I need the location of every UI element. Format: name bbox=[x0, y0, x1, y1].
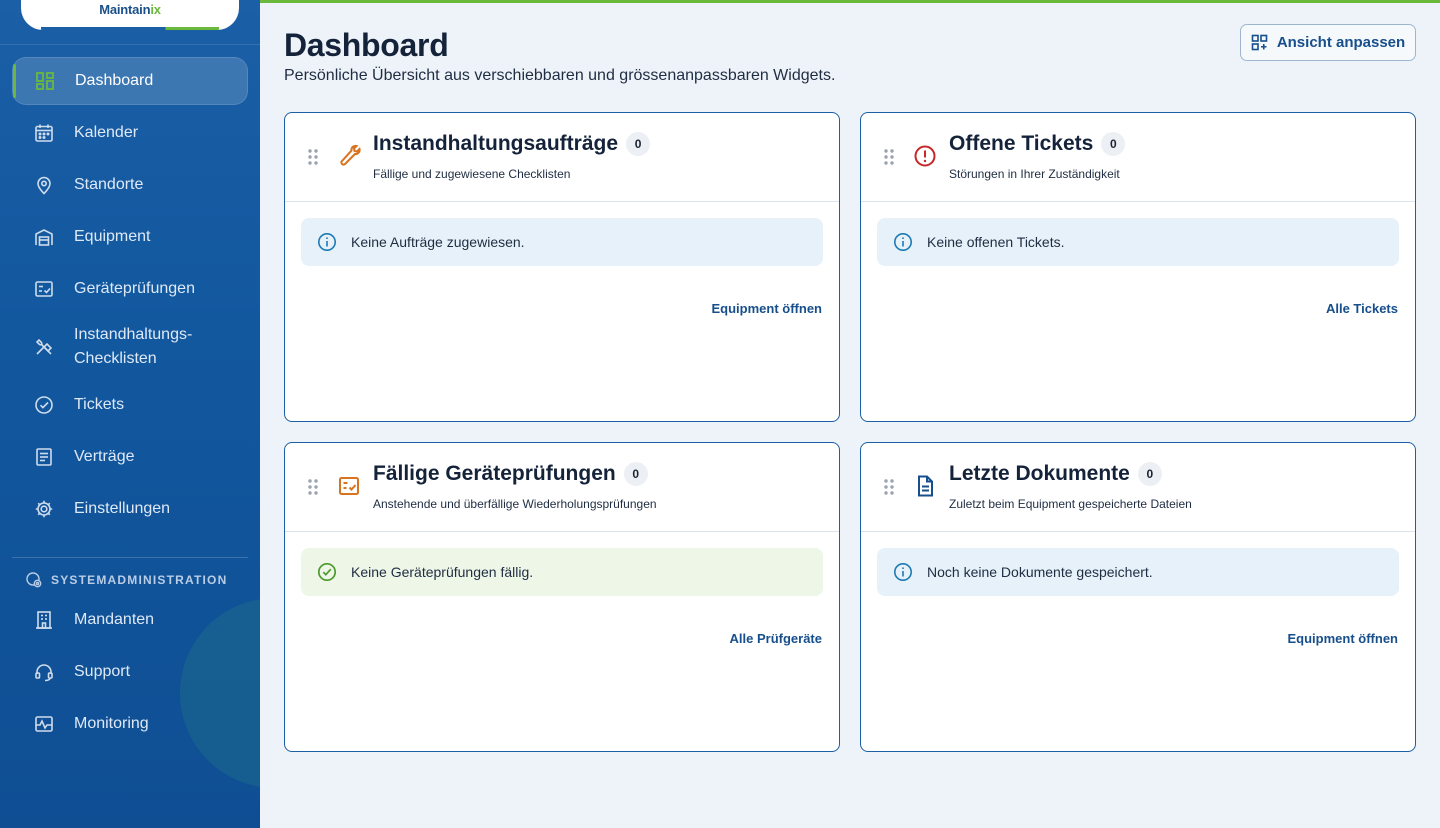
widget-header: Instandhaltungsaufträge 0 Fällige und zu… bbox=[285, 113, 839, 202]
sidebar-item-label: Einstellungen bbox=[74, 500, 171, 517]
main-nav: Dashboard Kalender Standorte Equipment G… bbox=[12, 57, 248, 537]
sidebar-item-einstellungen[interactable]: Einstellungen bbox=[12, 485, 248, 533]
file-icon bbox=[913, 474, 937, 498]
widget-title: Fällige Geräteprüfungen bbox=[373, 462, 616, 485]
widget-subtitle: Anstehende und überfällige Wiederholungs… bbox=[373, 497, 657, 511]
count-badge: 0 bbox=[1137, 462, 1162, 486]
sidebar-item-support[interactable]: Support bbox=[12, 648, 248, 696]
sidebar-item-instandhaltungs-checklisten[interactable]: Instandhaltungs- Checklisten bbox=[12, 317, 248, 377]
info-icon bbox=[893, 232, 913, 252]
notice-text: Keine offenen Tickets. bbox=[927, 234, 1065, 250]
drag-handle-icon[interactable] bbox=[307, 148, 319, 166]
check-circle-icon bbox=[32, 393, 56, 417]
widget-letzte-dokumente: Letzte Dokumente 0 Zuletzt beim Equipmen… bbox=[860, 442, 1416, 752]
logo-underline bbox=[41, 27, 219, 30]
sidebar-item-equipment[interactable]: Equipment bbox=[12, 213, 248, 261]
sidebar-item-label: Support bbox=[74, 663, 131, 680]
widget-subtitle: Fällige und zugewiesene Checklisten bbox=[373, 167, 571, 181]
widget-instandhaltungsauftraege: Instandhaltungsaufträge 0 Fällige und zu… bbox=[284, 112, 840, 422]
customize-view-label: Ansicht anpassen bbox=[1276, 34, 1406, 51]
tools-icon bbox=[32, 335, 56, 359]
sidebar-item-label-line2: Checklisten bbox=[74, 350, 157, 367]
success-notice: Keine Geräteprüfungen fällig. bbox=[301, 548, 823, 596]
customize-view-button[interactable]: Ansicht anpassen bbox=[1240, 24, 1416, 61]
logo-accent: ix bbox=[150, 2, 161, 17]
section-title: SYSTEMADMINISTRATION bbox=[51, 573, 228, 587]
building-icon bbox=[32, 608, 56, 632]
admin-nav: Mandanten Support Monitoring bbox=[12, 596, 248, 752]
drag-handle-icon[interactable] bbox=[307, 478, 319, 496]
count-badge: 0 bbox=[623, 462, 648, 486]
sidebar-item-label: Instandhaltungs- bbox=[74, 326, 193, 343]
sidebar-item-label: Standorte bbox=[74, 176, 144, 193]
widget-faellige-geraetepruefungen: Fällige Geräteprüfungen 0 Anstehende und… bbox=[284, 442, 840, 752]
sidebar-item-vertraege[interactable]: Verträge bbox=[12, 433, 248, 481]
admin-gear-icon bbox=[25, 571, 43, 589]
check-circle-icon bbox=[317, 562, 337, 582]
sidebar-item-kalender[interactable]: Kalender bbox=[12, 109, 248, 157]
info-icon bbox=[893, 562, 913, 582]
widget-header: Letzte Dokumente 0 Zuletzt beim Equipmen… bbox=[861, 443, 1415, 532]
all-tickets-link[interactable]: Alle Tickets bbox=[1326, 301, 1398, 316]
count-badge: 0 bbox=[626, 132, 651, 156]
gear-icon bbox=[32, 497, 56, 521]
info-notice: Keine Aufträge zugewiesen. bbox=[301, 218, 823, 266]
sidebar-item-label: Verträge bbox=[74, 448, 135, 465]
drag-handle-icon[interactable] bbox=[883, 148, 895, 166]
info-notice: Noch keine Dokumente gespeichert. bbox=[877, 548, 1399, 596]
sidebar-item-label: Dashboard bbox=[75, 72, 154, 89]
sidebar-item-label: Equipment bbox=[74, 228, 151, 245]
sidebar-item-tickets[interactable]: Tickets bbox=[12, 381, 248, 429]
page-subtitle: Persönliche Übersicht aus verschiebbaren… bbox=[284, 67, 836, 84]
notice-text: Noch keine Dokumente gespeichert. bbox=[927, 564, 1153, 580]
sidebar-item-standorte[interactable]: Standorte bbox=[12, 161, 248, 209]
notice-text: Keine Geräteprüfungen fällig. bbox=[351, 564, 534, 580]
sidebar-item-monitoring[interactable]: Monitoring bbox=[12, 700, 248, 748]
alert-circle-icon bbox=[913, 144, 937, 168]
widget-title: Instandhaltungsaufträge bbox=[373, 132, 619, 155]
warehouse-icon bbox=[32, 225, 56, 249]
count-badge: 0 bbox=[1101, 132, 1126, 156]
sidebar-item-label: Kalender bbox=[74, 124, 139, 141]
sidebar-item-label: Monitoring bbox=[74, 715, 149, 732]
sidebar-item-geraetepruefungen[interactable]: Geräteprüfungen bbox=[12, 265, 248, 313]
dashboard-icon bbox=[33, 69, 57, 93]
widget-subtitle: Zuletzt beim Equipment gespeicherte Date… bbox=[949, 497, 1192, 511]
document-icon bbox=[32, 445, 56, 469]
checklist-icon bbox=[32, 277, 56, 301]
equipment-open-link[interactable]: Equipment öffnen bbox=[712, 301, 823, 316]
info-icon bbox=[317, 232, 337, 252]
calendar-icon bbox=[32, 121, 56, 145]
sidebar-item-label: Tickets bbox=[74, 396, 125, 413]
widget-title: Letzte Dokumente bbox=[949, 462, 1130, 485]
main-content: Dashboard Persönliche Übersicht aus vers… bbox=[260, 3, 1440, 828]
location-pin-icon bbox=[32, 173, 56, 197]
divider bbox=[12, 557, 248, 558]
widget-title: Offene Tickets bbox=[949, 132, 1094, 155]
grid-add-icon bbox=[1251, 34, 1268, 51]
widget-header: Offene Tickets 0 Störungen in Ihrer Zust… bbox=[861, 113, 1415, 202]
widget-offene-tickets: Offene Tickets 0 Störungen in Ihrer Zust… bbox=[860, 112, 1416, 422]
wrench-icon bbox=[337, 144, 361, 168]
all-test-devices-link[interactable]: Alle Prüfgeräte bbox=[730, 631, 822, 646]
widget-header: Fällige Geräteprüfungen 0 Anstehende und… bbox=[285, 443, 839, 532]
sidebar-item-dashboard[interactable]: Dashboard bbox=[12, 57, 248, 105]
sidebar-item-label: Geräteprüfungen bbox=[74, 280, 195, 297]
page-title: Dashboard bbox=[284, 27, 449, 63]
sidebar-item-label: Mandanten bbox=[74, 611, 155, 628]
equipment-open-link[interactable]: Equipment öffnen bbox=[1288, 631, 1399, 646]
sidebar-item-mandanten[interactable]: Mandanten bbox=[12, 596, 248, 644]
headset-icon bbox=[32, 660, 56, 684]
section-header-systemadministration: SYSTEMADMINISTRATION bbox=[25, 571, 227, 589]
divider bbox=[0, 44, 260, 45]
logo-text: Maintain bbox=[99, 2, 151, 17]
logo[interactable]: Maintainix bbox=[21, 0, 239, 30]
checklist-icon bbox=[337, 474, 361, 498]
sidebar: Maintainix Dashboard Kalender Standorte bbox=[0, 0, 260, 828]
info-notice: Keine offenen Tickets. bbox=[877, 218, 1399, 266]
notice-text: Keine Aufträge zugewiesen. bbox=[351, 234, 525, 250]
drag-handle-icon[interactable] bbox=[883, 478, 895, 496]
widget-subtitle: Störungen in Ihrer Zuständigkeit bbox=[949, 167, 1120, 181]
monitoring-icon bbox=[32, 712, 56, 736]
